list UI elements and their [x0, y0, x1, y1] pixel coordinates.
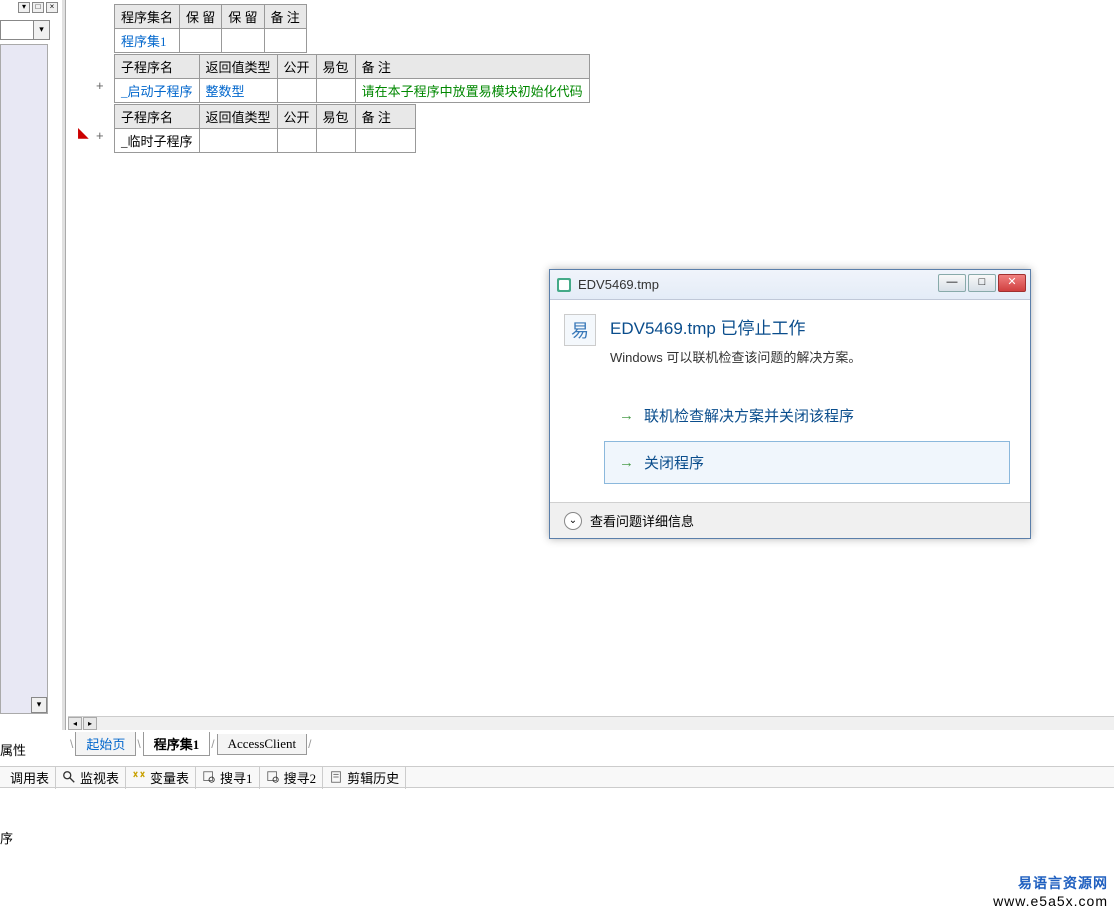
toolbar-search-1[interactable]: 搜寻1 [196, 766, 260, 789]
app-icon [556, 277, 572, 293]
expand-marker-icon[interactable]: + [96, 128, 104, 143]
col-header: 子程序名 [115, 55, 200, 79]
error-dialog: EDV5469.tmp — □ ✕ 易 EDV5469.tmp 已停止工作 Wi… [549, 269, 1031, 539]
tab-decoration: \ [68, 737, 75, 751]
tab-decoration: / [306, 737, 313, 751]
scroll-left-icon[interactable]: ◂ [68, 717, 82, 730]
watermark-line1: 易语言资源网 [993, 873, 1108, 893]
properties-selector[interactable]: ▾ [0, 20, 50, 40]
toolbar-search-2[interactable]: 搜寻2 [260, 766, 324, 789]
subroutine-table-2[interactable]: 子程序名 返回值类型 公开 易包 备 注 _临时子程序 [114, 104, 416, 153]
dialog-subtext: Windows 可以联机检查该问题的解决方案。 [610, 347, 861, 366]
toolbar-watch-table[interactable]: 监视表 [56, 766, 126, 789]
dialog-heading: EDV5469.tmp 已停止工作 [610, 314, 861, 339]
tab-decoration: \ [135, 737, 142, 751]
dialog-footer: ⌄ 查看问题详细信息 [550, 502, 1030, 538]
cell[interactable] [277, 79, 316, 103]
panel-pin-icon[interactable]: □ [32, 2, 44, 13]
scroll-right-icon[interactable]: ▸ [83, 717, 97, 730]
horizontal-scrollbar[interactable]: ◂ ▸ [68, 716, 1114, 730]
cell[interactable] [316, 79, 355, 103]
panel-dropdown-icon[interactable]: ▾ [18, 2, 30, 13]
properties-label: 属性 [0, 740, 26, 759]
call-table-label: 调用表 [10, 768, 49, 787]
toolbar-var-table[interactable]: 变量表 [126, 766, 196, 789]
cell[interactable] [355, 129, 415, 153]
minimize-button[interactable]: — [938, 274, 966, 292]
dialog-title: EDV5469.tmp [578, 277, 659, 292]
search-icon [202, 770, 216, 784]
dropdown-arrow-icon[interactable]: ▾ [33, 21, 49, 39]
col-header: 程序集名 [115, 5, 180, 29]
cell[interactable] [180, 29, 222, 53]
cell[interactable] [316, 129, 355, 153]
expand-details-button[interactable]: ⌄ [564, 512, 582, 530]
status-text: 序 [0, 828, 13, 847]
view-details-label[interactable]: 查看问题详细信息 [590, 511, 694, 530]
var-table-label: 变量表 [150, 768, 189, 787]
watermark-line2: www.e5a5x.com [993, 893, 1108, 909]
search-1-label: 搜寻1 [220, 768, 253, 787]
bottom-toolbar: 调用表 监视表 变量表 搜寻1 搜寻2 剪辑历史 [0, 766, 1114, 788]
assembly-name-cell[interactable]: 程序集1 [115, 29, 180, 53]
tab-access-client[interactable]: AccessClient [217, 734, 308, 755]
panel-close-icon[interactable]: × [46, 2, 58, 13]
clipboard-icon [329, 770, 343, 784]
tab-assembly-1[interactable]: 程序集1 [143, 732, 211, 756]
remark-cell[interactable]: 请在本子程序中放置易模块初始化代码 [355, 79, 589, 103]
toolbar-clip-history[interactable]: 剪辑历史 [323, 766, 406, 789]
col-header: 备 注 [264, 5, 306, 29]
col-header: 公开 [277, 55, 316, 79]
return-type-cell[interactable]: 整数型 [199, 79, 277, 103]
col-header: 易包 [316, 105, 355, 129]
col-header: 公开 [277, 105, 316, 129]
option-close-program-label: 关闭程序 [644, 452, 704, 473]
option-check-online-label: 联机检查解决方案并关闭该程序 [644, 405, 854, 426]
app-large-icon: 易 [564, 314, 596, 346]
col-header: 保 留 [180, 5, 222, 29]
subroutine-table-1[interactable]: 子程序名 返回值类型 公开 易包 备 注 _启动子程序 整数型 请在本子程序中放… [114, 54, 590, 103]
option-close-program[interactable]: → 关闭程序 [604, 441, 1010, 484]
col-header: 备 注 [355, 105, 415, 129]
subroutine-name-cell[interactable]: _临时子程序 [115, 129, 200, 153]
dialog-titlebar[interactable]: EDV5469.tmp — □ ✕ [550, 270, 1030, 300]
left-properties-panel: ▾ □ × ▾ ▾ [0, 0, 60, 730]
watch-table-label: 监视表 [80, 768, 119, 787]
search-2-label: 搜寻2 [284, 768, 317, 787]
clip-history-label: 剪辑历史 [347, 768, 399, 787]
search-icon [266, 770, 280, 784]
col-header: 保 留 [222, 5, 264, 29]
cell[interactable] [277, 129, 316, 153]
cell[interactable] [264, 29, 306, 53]
editor-tabs: \ 起始页 \ 程序集1 / AccessClient / [68, 734, 314, 754]
col-header: 子程序名 [115, 105, 200, 129]
expand-marker-icon[interactable]: + [96, 78, 104, 93]
close-button[interactable]: ✕ [998, 274, 1026, 292]
variable-icon [132, 770, 146, 784]
col-header: 易包 [316, 55, 355, 79]
subroutine-name-cell[interactable]: _启动子程序 [115, 79, 200, 103]
col-header: 返回值类型 [199, 105, 277, 129]
toolbar-call-table[interactable]: 调用表 [4, 766, 56, 789]
search-icon [62, 770, 76, 784]
tab-decoration: / [209, 737, 216, 751]
col-header: 备 注 [355, 55, 589, 79]
arrow-icon: → [619, 407, 634, 424]
tab-start-page[interactable]: 起始页 [75, 732, 136, 756]
cell[interactable] [199, 129, 277, 153]
arrow-icon: → [619, 454, 634, 471]
option-check-online[interactable]: → 联机检查解决方案并关闭该程序 [604, 394, 1010, 437]
watermark: 易语言资源网 www.e5a5x.com [993, 873, 1108, 909]
vertical-splitter[interactable] [62, 0, 66, 730]
assembly-table[interactable]: 程序集名 保 留 保 留 备 注 程序集1 [114, 4, 307, 53]
cell[interactable] [222, 29, 264, 53]
maximize-button[interactable]: □ [968, 274, 996, 292]
col-header: 返回值类型 [199, 55, 277, 79]
scroll-down-icon[interactable]: ▾ [31, 697, 47, 713]
properties-list[interactable]: ▾ [0, 44, 48, 714]
edit-marker-icon: ◣ [78, 124, 89, 141]
